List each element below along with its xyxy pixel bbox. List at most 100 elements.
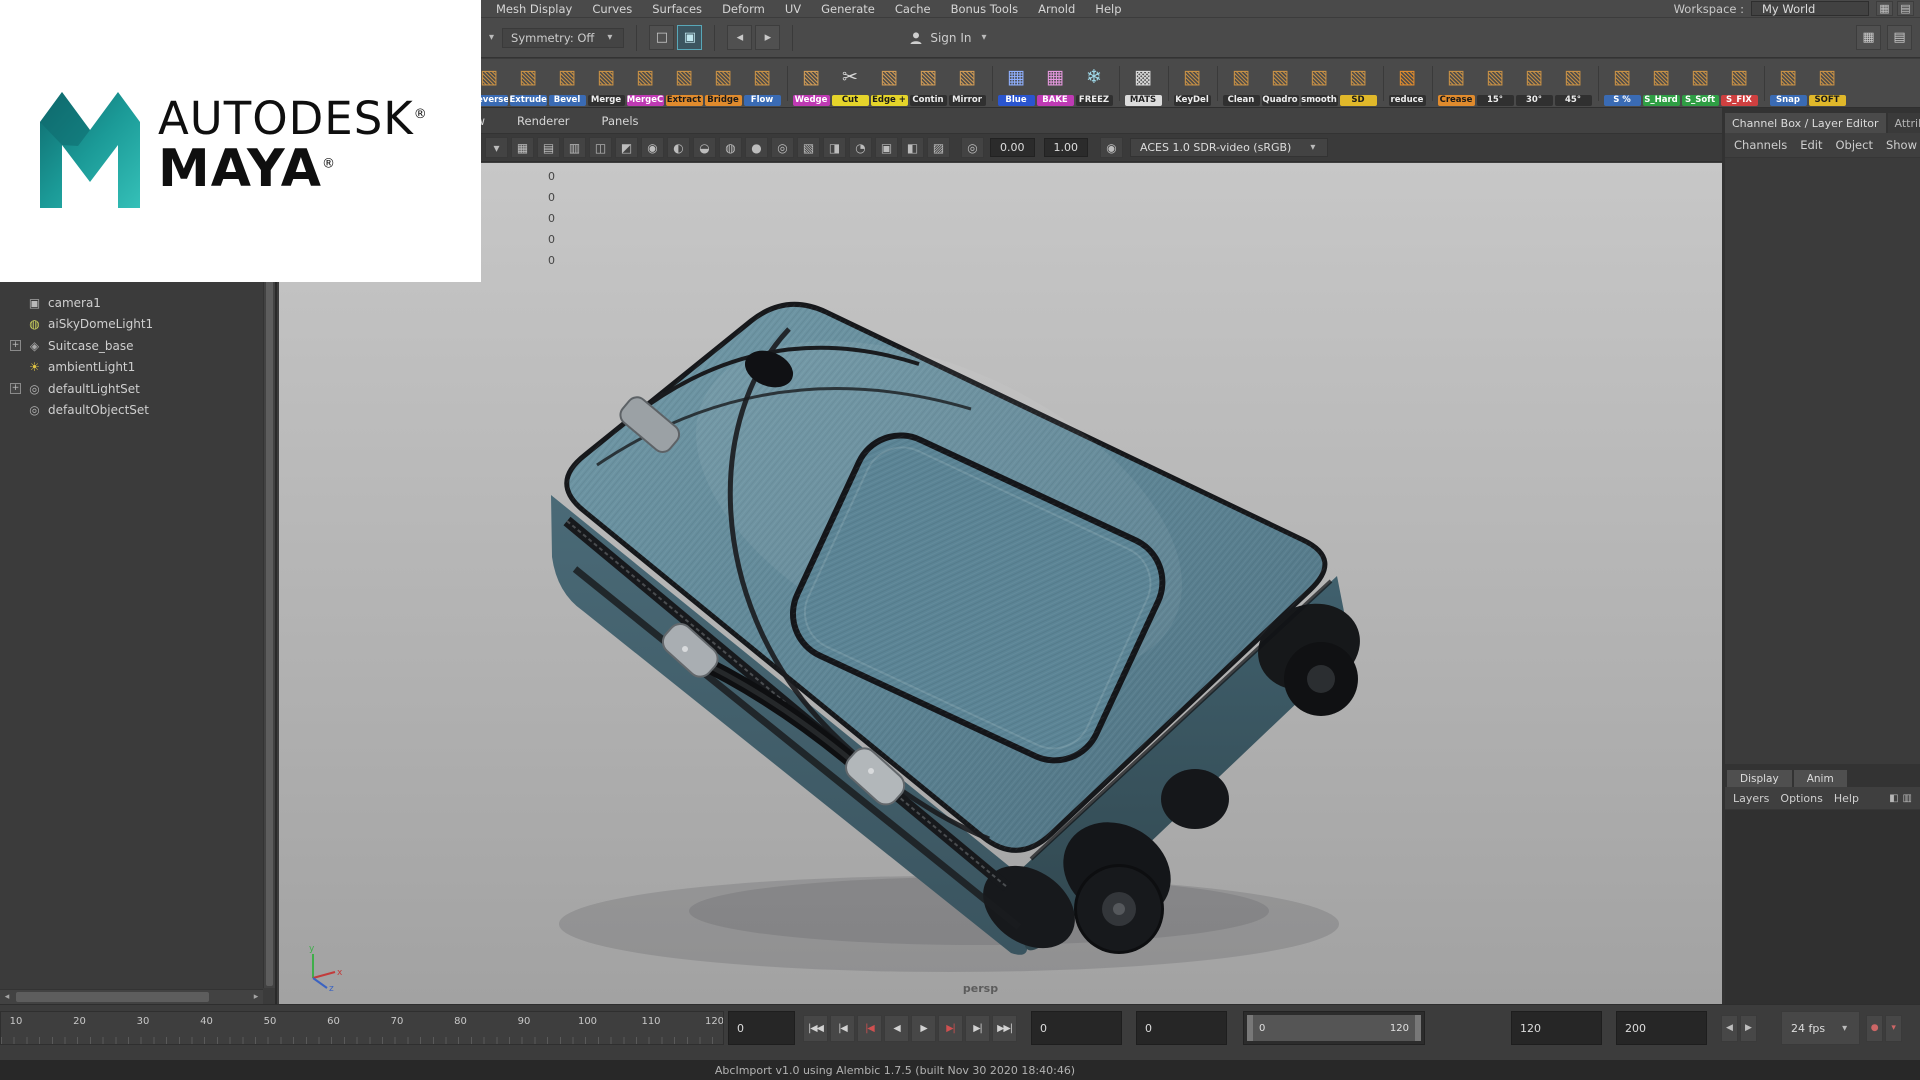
layer-list[interactable] bbox=[1725, 810, 1920, 1004]
outliner-item[interactable]: + ◎ defaultObjectSet bbox=[0, 400, 261, 422]
menu-item[interactable]: Mesh Display bbox=[486, 1, 582, 17]
outliner-horizontal-scrollbar[interactable]: ◂ ▸ bbox=[0, 989, 263, 1004]
shelf-button[interactable]: ▧ S_Soft bbox=[1681, 61, 1719, 106]
step-back-frame-button[interactable]: |◀ bbox=[830, 1014, 855, 1042]
panel-menu-item[interactable]: Renderer bbox=[517, 114, 570, 128]
shelf-button[interactable]: ▧ Flow bbox=[743, 61, 788, 106]
viewport-display-icon[interactable]: ◎ bbox=[771, 137, 794, 158]
shelf-button[interactable]: ▧ 15° bbox=[1476, 61, 1514, 106]
sidebar-toggle-icon[interactable]: ▦ bbox=[1856, 25, 1881, 50]
channel-box-menu-item[interactable]: Object bbox=[1836, 138, 1873, 152]
symmetry-dropdown[interactable]: Symmetry: Off ▾ bbox=[502, 27, 625, 48]
layer-editor-menu-item[interactable]: Layers bbox=[1733, 792, 1769, 805]
shelf-button[interactable]: ▧ Wedge bbox=[792, 61, 830, 106]
expand-toggle-icon[interactable]: + bbox=[10, 383, 21, 395]
layer-editor-tab[interactable]: Display bbox=[1727, 770, 1792, 787]
playback-end-field[interactable]: 120 bbox=[1511, 1011, 1602, 1045]
shelf-button[interactable]: ▧ Crease bbox=[1437, 61, 1475, 106]
fps-dropdown[interactable]: 24 fps ▾ bbox=[1781, 1011, 1861, 1045]
selection-mode-icon[interactable]: ▣ bbox=[677, 25, 703, 50]
viewport-display-icon[interactable]: ▣ bbox=[875, 137, 898, 158]
viewport-display-icon[interactable]: ◉ bbox=[641, 137, 664, 158]
viewport-display-icon[interactable]: ▨ bbox=[927, 137, 950, 158]
menu-item[interactable]: Generate bbox=[811, 1, 885, 17]
sign-in-button[interactable]: Sign In ▾ bbox=[901, 28, 997, 48]
shelf-button[interactable]: ▩ MATS bbox=[1124, 61, 1169, 106]
chevron-down-icon[interactable]: ▾ bbox=[485, 137, 508, 158]
shelf-button[interactable]: ▧ SOFT bbox=[1808, 61, 1846, 106]
shelf-button[interactable]: ▧ SD bbox=[1339, 61, 1384, 106]
channel-box-menu-item[interactable]: Show bbox=[1886, 138, 1917, 152]
exposure-icon[interactable]: ◎ bbox=[961, 137, 984, 158]
colorspace-dropdown[interactable]: ACES 1.0 SDR-video (sRGB) ▾ bbox=[1130, 138, 1329, 157]
shelf-button[interactable]: ▧ Extract bbox=[665, 61, 703, 106]
step-forward-key-button[interactable]: ▶| bbox=[938, 1014, 963, 1042]
viewport-display-icon[interactable]: ▧ bbox=[797, 137, 820, 158]
channel-box-menu-item[interactable]: Channels bbox=[1734, 138, 1787, 152]
viewport-display-icon[interactable]: ◧ bbox=[901, 137, 924, 158]
go-to-start-button[interactable]: |◀◀ bbox=[803, 1014, 828, 1042]
window-layout-icon[interactable]: ▤ bbox=[1897, 1, 1914, 16]
scroll-right-icon[interactable]: ▸ bbox=[249, 992, 263, 1002]
auto-key-icon[interactable]: ● bbox=[1866, 1014, 1884, 1042]
workspace-selector[interactable]: My World bbox=[1751, 1, 1869, 16]
viewport-display-icon[interactable]: ◔ bbox=[849, 137, 872, 158]
section-collapse-icon[interactable]: ▾ bbox=[486, 32, 497, 43]
shelf-button[interactable]: ▧ Quadro bbox=[1261, 61, 1299, 106]
menu-item[interactable]: Surfaces bbox=[642, 1, 712, 17]
shelf-button[interactable]: ▧ S % bbox=[1603, 61, 1641, 106]
shelf-button[interactable]: ▧ Bridge bbox=[704, 61, 742, 106]
layer-editor-tab[interactable]: Anim bbox=[1793, 770, 1847, 787]
scrollbar-thumb[interactable] bbox=[16, 992, 209, 1002]
viewport-display-icon[interactable]: ◫ bbox=[589, 137, 612, 158]
menu-item[interactable]: Cache bbox=[885, 1, 941, 17]
snap-icon[interactable]: ◂ bbox=[727, 25, 753, 50]
outliner-item[interactable]: + ◍ aiSkyDomeLight1 bbox=[0, 314, 261, 336]
range-slider-bar[interactable]: 0 120 bbox=[1247, 1015, 1421, 1041]
layer-editor-menu-item[interactable]: Help bbox=[1834, 792, 1859, 805]
menu-item[interactable]: Arnold bbox=[1028, 1, 1085, 17]
shelf-button[interactable]: ▧ 30° bbox=[1515, 61, 1553, 106]
viewport-display-icon[interactable]: ● bbox=[745, 137, 768, 158]
expand-toggle-icon[interactable]: + bbox=[10, 340, 21, 352]
viewport-display-icon[interactable]: ◍ bbox=[719, 137, 742, 158]
play-forwards-button[interactable]: ▶ bbox=[911, 1014, 936, 1042]
viewport-display-icon[interactable]: ◒ bbox=[693, 137, 716, 158]
outliner-item[interactable]: + ☀ ambientLight1 bbox=[0, 357, 261, 379]
outliner-item[interactable]: + ▣ camera1 bbox=[0, 292, 261, 314]
outliner-item[interactable]: + ◎ defaultLightSet bbox=[0, 378, 261, 400]
shelf-button[interactable]: ▧ S_Hard bbox=[1642, 61, 1680, 106]
shelf-button[interactable]: ▧ Clean bbox=[1222, 61, 1260, 106]
shelf-button[interactable]: ▧ Mirror bbox=[948, 61, 993, 106]
snap-icon[interactable]: ▸ bbox=[755, 25, 781, 50]
time-slider[interactable]: 10 20 30 40 50 60 70 80 90 100 110 120 bbox=[0, 1011, 724, 1045]
range-stepper-icon[interactable]: ◀ bbox=[1721, 1014, 1738, 1042]
layer-editor-icon[interactable]: ▥ bbox=[1903, 793, 1912, 804]
shelf-button[interactable]: ▧ S_FIX bbox=[1720, 61, 1765, 106]
shelf-button[interactable]: ✂ Cut bbox=[831, 61, 869, 106]
viewport-display-icon[interactable]: ◨ bbox=[823, 137, 846, 158]
tab-attribute-editor[interactable]: Attribute Editor bbox=[1887, 113, 1920, 133]
viewport-display-icon[interactable]: ▥ bbox=[563, 137, 586, 158]
auto-key-icon[interactable]: ▾ bbox=[1885, 1014, 1903, 1042]
menu-item[interactable]: Curves bbox=[582, 1, 642, 17]
playback-start-field[interactable]: 0 bbox=[1136, 1011, 1227, 1045]
viewport-display-icon[interactable]: ▦ bbox=[511, 137, 534, 158]
range-slider[interactable]: 0 120 bbox=[1243, 1011, 1425, 1045]
tab-channel-box[interactable]: Channel Box / Layer Editor bbox=[1725, 113, 1886, 133]
step-forward-frame-button[interactable]: ▶| bbox=[965, 1014, 990, 1042]
shelf-button[interactable]: ▧ 45° bbox=[1554, 61, 1599, 106]
play-backwards-button[interactable]: ◀ bbox=[884, 1014, 909, 1042]
shelf-button[interactable]: ▧ reduce bbox=[1388, 61, 1433, 106]
shelf-button[interactable]: ▦ BAKE bbox=[1036, 61, 1074, 106]
scroll-left-icon[interactable]: ◂ bbox=[0, 992, 14, 1002]
menu-item[interactable]: Deform bbox=[712, 1, 775, 17]
exposure-field[interactable]: 0.00 bbox=[990, 138, 1035, 157]
gamma-field[interactable]: 1.00 bbox=[1043, 138, 1088, 157]
range-stepper-icon[interactable]: ▶ bbox=[1740, 1014, 1757, 1042]
go-to-end-button[interactable]: ▶▶| bbox=[992, 1014, 1017, 1042]
sidebar-toggle-icon[interactable]: ▤ bbox=[1887, 25, 1912, 50]
channel-box-menu-item[interactable]: Edit bbox=[1800, 138, 1822, 152]
viewport-display-icon[interactable]: ◐ bbox=[667, 137, 690, 158]
current-frame-field[interactable]: 0 bbox=[728, 1011, 795, 1045]
